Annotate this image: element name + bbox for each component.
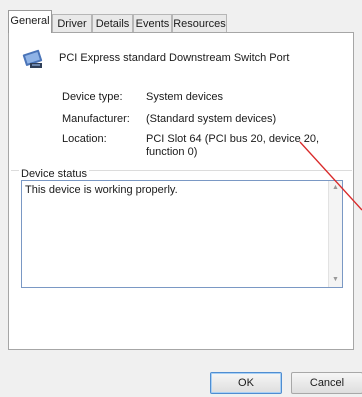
annotation-arrow (299, 141, 362, 211)
